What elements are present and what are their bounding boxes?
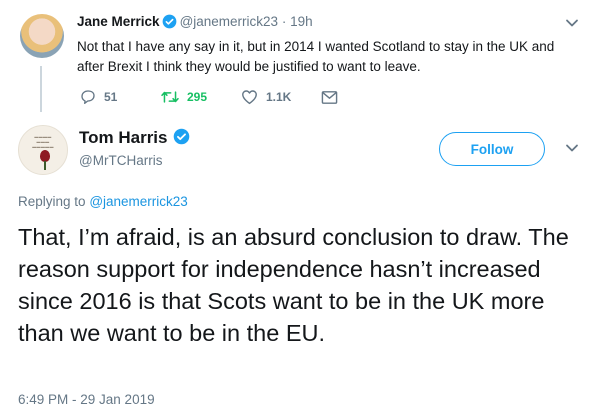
retweet-icon <box>161 91 179 103</box>
follow-button[interactable]: Follow <box>439 132 545 166</box>
verified-icon <box>162 14 176 29</box>
avatar-book-cover-art: ▬▬▬▬ ▬▬▬ ▬▬▬▬▬ <box>32 134 54 149</box>
author-name[interactable]: Tom Harris <box>79 128 168 147</box>
like-button[interactable]: 1.1K <box>241 89 321 105</box>
main-tweet-text: That, I’m afraid, is an absurd conclusio… <box>18 224 569 346</box>
replying-to-line: Replying to @janemerrick23 <box>18 194 188 209</box>
parent-author-name[interactable]: Jane Merrick <box>77 14 160 29</box>
like-count: 1.1K <box>266 90 292 104</box>
parent-tweet-header: Jane Merrick @janemerrick23 · 19h <box>77 14 313 29</box>
parent-author-handle[interactable]: @janemerrick23 <box>180 14 279 29</box>
time-separator: · <box>281 14 287 29</box>
parent-tweet-time[interactable]: 19h <box>290 14 313 29</box>
direct-message-icon <box>321 90 338 104</box>
reply-icon <box>81 90 95 104</box>
author-name-row: Tom Harris <box>79 128 193 148</box>
like-icon <box>242 90 257 105</box>
avatar-rose-stem <box>44 161 46 170</box>
tweet-timestamp[interactable]: 6:49 PM - 29 Jan 2019 <box>18 392 155 407</box>
chevron-down-icon[interactable] <box>565 18 579 28</box>
thread-connector-line <box>40 66 42 112</box>
avatar-tom-harris[interactable]: ▬▬▬▬ ▬▬▬ ▬▬▬▬▬ <box>18 125 68 175</box>
author-handle[interactable]: @MrTCHarris <box>79 153 162 168</box>
parent-tweet-actions: 51 295 1.1K <box>80 88 346 106</box>
reply-button[interactable]: 51 <box>80 89 161 105</box>
chevron-down-icon[interactable] <box>565 143 579 153</box>
verified-icon <box>173 128 189 145</box>
direct-message-button[interactable] <box>321 90 346 105</box>
replying-to-label: Replying to <box>18 194 86 209</box>
retweet-button[interactable]: 295 <box>161 89 241 105</box>
avatar-jane-merrick[interactable] <box>20 14 64 58</box>
reply-count: 51 <box>104 90 118 104</box>
retweet-count: 295 <box>187 90 208 104</box>
replying-to-handle-link[interactable]: @janemerrick23 <box>89 194 188 209</box>
parent-tweet-text: Not that I have any say in it, but in 20… <box>77 39 555 74</box>
